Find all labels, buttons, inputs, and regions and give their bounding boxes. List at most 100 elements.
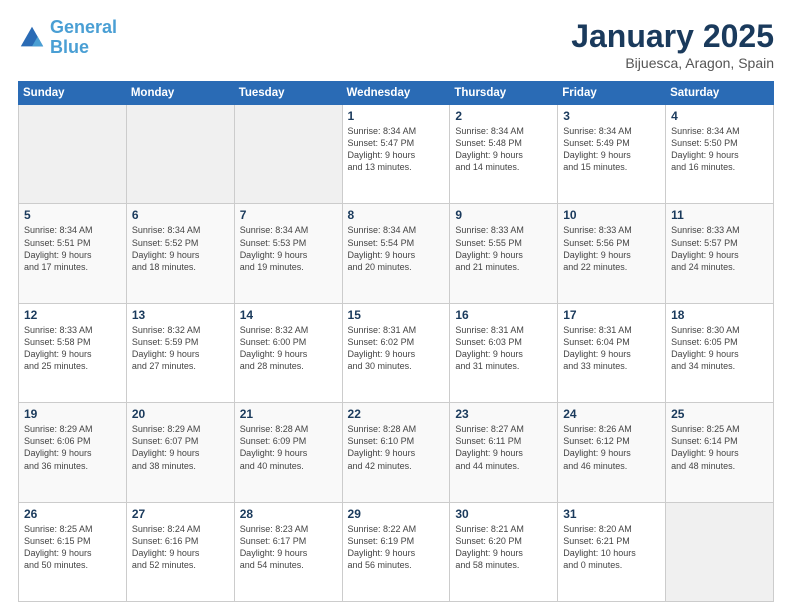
day-number: 3 [563, 109, 660, 123]
day-info: Sunrise: 8:28 AMSunset: 6:09 PMDaylight:… [240, 423, 337, 472]
day-info: Sunrise: 8:31 AMSunset: 6:02 PMDaylight:… [348, 324, 445, 373]
day-cell: 16 Sunrise: 8:31 AMSunset: 6:03 PMDayligh… [450, 303, 558, 402]
day-number: 6 [132, 208, 229, 222]
day-number: 17 [563, 308, 660, 322]
day-cell: 4 Sunrise: 8:34 AMSunset: 5:50 PMDaylight… [666, 105, 774, 204]
day-cell: 25 Sunrise: 8:25 AMSunset: 6:14 PMDayligh… [666, 403, 774, 502]
day-info: Sunrise: 8:34 AMSunset: 5:49 PMDaylight:… [563, 125, 660, 174]
day-cell: 17 Sunrise: 8:31 AMSunset: 6:04 PMDayligh… [558, 303, 666, 402]
week-row-3: 19Sunrise: 8:29 AMSunset: 6:06 PMDayligh… [19, 403, 774, 502]
day-number: 31 [563, 507, 660, 521]
day-info: Sunrise: 8:25 AMSunset: 6:14 PMDaylight:… [671, 423, 768, 472]
day-number: 5 [24, 208, 121, 222]
day-info: Sunrise: 8:24 AMSunset: 6:16 PMDaylight:… [132, 523, 229, 572]
calendar-table: SundayMondayTuesdayWednesdayThursdayFrid… [18, 81, 774, 602]
day-cell: 30 Sunrise: 8:21 AMSunset: 6:20 PMDayligh… [450, 502, 558, 601]
day-cell: 12Sunrise: 8:33 AMSunset: 5:58 PMDayligh… [19, 303, 127, 402]
day-number: 27 [132, 507, 229, 521]
day-info: Sunrise: 8:26 AMSunset: 6:12 PMDaylight:… [563, 423, 660, 472]
day-info: Sunrise: 8:34 AMSunset: 5:48 PMDaylight:… [455, 125, 552, 174]
day-cell [234, 105, 342, 204]
calendar-title: January 2025 [571, 18, 774, 55]
day-number: 24 [563, 407, 660, 421]
day-cell: 21 Sunrise: 8:28 AMSunset: 6:09 PMDayligh… [234, 403, 342, 502]
day-info: Sunrise: 8:34 AMSunset: 5:47 PMDaylight:… [348, 125, 445, 174]
day-number: 8 [348, 208, 445, 222]
week-row-4: 26Sunrise: 8:25 AMSunset: 6:15 PMDayligh… [19, 502, 774, 601]
day-cell: 28 Sunrise: 8:23 AMSunset: 6:17 PMDayligh… [234, 502, 342, 601]
day-number: 25 [671, 407, 768, 421]
day-info: Sunrise: 8:33 AMSunset: 5:57 PMDaylight:… [671, 224, 768, 273]
weekday-header-tuesday: Tuesday [234, 82, 342, 105]
day-number: 20 [132, 407, 229, 421]
weekday-header-sunday: Sunday [19, 82, 127, 105]
day-info: Sunrise: 8:29 AMSunset: 6:07 PMDaylight:… [132, 423, 229, 472]
day-number: 18 [671, 308, 768, 322]
day-number: 23 [455, 407, 552, 421]
day-cell: 18Sunrise: 8:30 AMSunset: 6:05 PMDayligh… [666, 303, 774, 402]
day-number: 12 [24, 308, 121, 322]
day-info: Sunrise: 8:20 AMSunset: 6:21 PMDaylight:… [563, 523, 660, 572]
day-info: Sunrise: 8:34 AMSunset: 5:54 PMDaylight:… [348, 224, 445, 273]
day-cell [126, 105, 234, 204]
day-number: 2 [455, 109, 552, 123]
day-cell: 2 Sunrise: 8:34 AMSunset: 5:48 PMDaylight… [450, 105, 558, 204]
day-info: Sunrise: 8:27 AMSunset: 6:11 PMDaylight:… [455, 423, 552, 472]
day-number: 1 [348, 109, 445, 123]
week-row-1: 5 Sunrise: 8:34 AMSunset: 5:51 PMDaylight… [19, 204, 774, 303]
weekday-header-saturday: Saturday [666, 82, 774, 105]
day-info: Sunrise: 8:34 AMSunset: 5:53 PMDaylight:… [240, 224, 337, 273]
day-number: 28 [240, 507, 337, 521]
day-cell [666, 502, 774, 601]
day-cell: 22Sunrise: 8:28 AMSunset: 6:10 PMDayligh… [342, 403, 450, 502]
day-number: 13 [132, 308, 229, 322]
header: General Blue January 2025 Bijuesca, Arag… [18, 18, 774, 71]
day-info: Sunrise: 8:32 AMSunset: 5:59 PMDaylight:… [132, 324, 229, 373]
day-info: Sunrise: 8:31 AMSunset: 6:03 PMDaylight:… [455, 324, 552, 373]
day-info: Sunrise: 8:25 AMSunset: 6:15 PMDaylight:… [24, 523, 121, 572]
day-number: 22 [348, 407, 445, 421]
logo-line1: General [50, 17, 117, 37]
day-number: 10 [563, 208, 660, 222]
day-cell: 13 Sunrise: 8:32 AMSunset: 5:59 PMDayligh… [126, 303, 234, 402]
day-info: Sunrise: 8:34 AMSunset: 5:50 PMDaylight:… [671, 125, 768, 174]
day-cell: 15 Sunrise: 8:31 AMSunset: 6:02 PMDayligh… [342, 303, 450, 402]
day-cell: 6 Sunrise: 8:34 AMSunset: 5:52 PMDaylight… [126, 204, 234, 303]
day-number: 4 [671, 109, 768, 123]
logo-icon [18, 24, 46, 52]
day-number: 14 [240, 308, 337, 322]
day-cell: 24 Sunrise: 8:26 AMSunset: 6:12 PMDayligh… [558, 403, 666, 502]
day-info: Sunrise: 8:21 AMSunset: 6:20 PMDaylight:… [455, 523, 552, 572]
logo-line2: Blue [50, 37, 89, 57]
day-cell: 23 Sunrise: 8:27 AMSunset: 6:11 PMDayligh… [450, 403, 558, 502]
day-number: 30 [455, 507, 552, 521]
weekday-header-wednesday: Wednesday [342, 82, 450, 105]
day-number: 16 [455, 308, 552, 322]
day-cell: 19Sunrise: 8:29 AMSunset: 6:06 PMDayligh… [19, 403, 127, 502]
day-info: Sunrise: 8:23 AMSunset: 6:17 PMDaylight:… [240, 523, 337, 572]
day-cell: 5 Sunrise: 8:34 AMSunset: 5:51 PMDaylight… [19, 204, 127, 303]
day-info: Sunrise: 8:31 AMSunset: 6:04 PMDaylight:… [563, 324, 660, 373]
logo-text: General Blue [50, 18, 117, 58]
day-number: 29 [348, 507, 445, 521]
day-cell: 27 Sunrise: 8:24 AMSunset: 6:16 PMDayligh… [126, 502, 234, 601]
day-cell: 10Sunrise: 8:33 AMSunset: 5:56 PMDayligh… [558, 204, 666, 303]
day-cell: 1 Sunrise: 8:34 AMSunset: 5:47 PMDaylight… [342, 105, 450, 204]
day-number: 9 [455, 208, 552, 222]
weekday-header-monday: Monday [126, 82, 234, 105]
day-info: Sunrise: 8:22 AMSunset: 6:19 PMDaylight:… [348, 523, 445, 572]
calendar-subtitle: Bijuesca, Aragon, Spain [571, 55, 774, 71]
day-cell: 3 Sunrise: 8:34 AMSunset: 5:49 PMDaylight… [558, 105, 666, 204]
week-row-2: 12Sunrise: 8:33 AMSunset: 5:58 PMDayligh… [19, 303, 774, 402]
logo: General Blue [18, 18, 117, 58]
day-number: 15 [348, 308, 445, 322]
weekday-header-thursday: Thursday [450, 82, 558, 105]
day-info: Sunrise: 8:34 AMSunset: 5:51 PMDaylight:… [24, 224, 121, 273]
weekday-header-row: SundayMondayTuesdayWednesdayThursdayFrid… [19, 82, 774, 105]
day-info: Sunrise: 8:33 AMSunset: 5:55 PMDaylight:… [455, 224, 552, 273]
day-number: 21 [240, 407, 337, 421]
day-cell: 20 Sunrise: 8:29 AMSunset: 6:07 PMDayligh… [126, 403, 234, 502]
day-info: Sunrise: 8:34 AMSunset: 5:52 PMDaylight:… [132, 224, 229, 273]
title-block: January 2025 Bijuesca, Aragon, Spain [571, 18, 774, 71]
day-cell: 26Sunrise: 8:25 AMSunset: 6:15 PMDayligh… [19, 502, 127, 601]
